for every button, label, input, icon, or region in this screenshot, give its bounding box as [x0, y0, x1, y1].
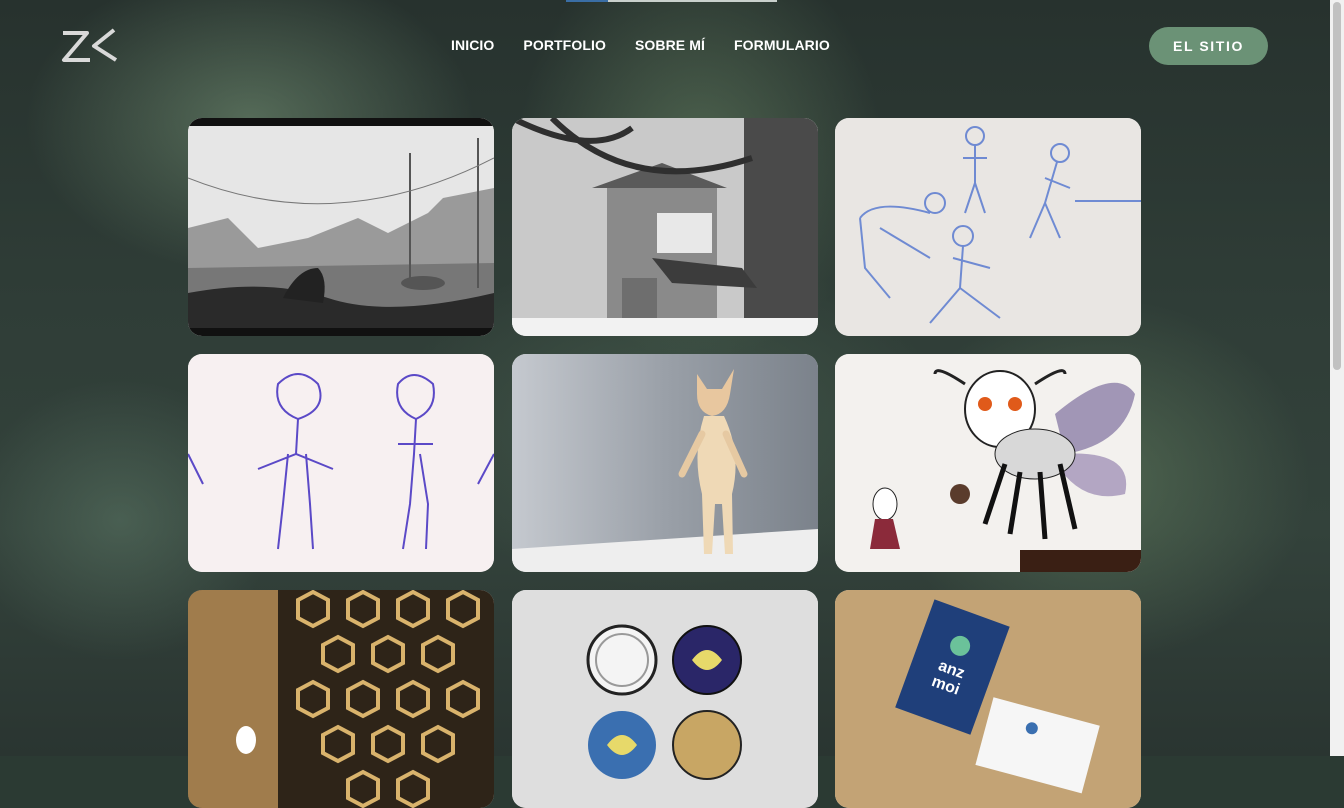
portfolio-card-moth-fanart[interactable]: [835, 354, 1141, 572]
scroll-progress-bar: [566, 0, 777, 2]
portfolio-card-landscape[interactable]: [188, 118, 494, 336]
portfolio-card-purple-turnaround[interactable]: [188, 354, 494, 572]
page-scrollbar[interactable]: [1330, 0, 1344, 756]
portfolio-card-business-cards[interactable]: anz moi: [835, 590, 1141, 808]
scrollbar-thumb[interactable]: [1333, 2, 1341, 370]
portfolio-card-blue-sketches[interactable]: [835, 118, 1141, 336]
main-nav: INICIO PORTFOLIO SOBRE MÍ FORMULARIO: [451, 36, 830, 54]
nav-item-inicio[interactable]: INICIO: [451, 36, 494, 54]
portfolio-card-treehouse[interactable]: [512, 118, 818, 336]
nav-item-portfolio[interactable]: PORTFOLIO: [523, 36, 606, 54]
el-sitio-button[interactable]: EL SITIO: [1149, 27, 1268, 65]
portfolio-card-deer-3d[interactable]: [512, 354, 818, 572]
portfolio-card-golden-hexagons[interactable]: [188, 590, 494, 808]
nav-item-formulario[interactable]: FORMULARIO: [734, 36, 830, 54]
zk-logo-icon[interactable]: [60, 26, 118, 66]
portfolio-card-badges[interactable]: [512, 590, 818, 808]
nav-item-sobre-mi[interactable]: SOBRE MÍ: [635, 36, 705, 54]
portfolio-grid: anz moi: [188, 118, 1142, 808]
scroll-progress-fill: [566, 0, 608, 2]
